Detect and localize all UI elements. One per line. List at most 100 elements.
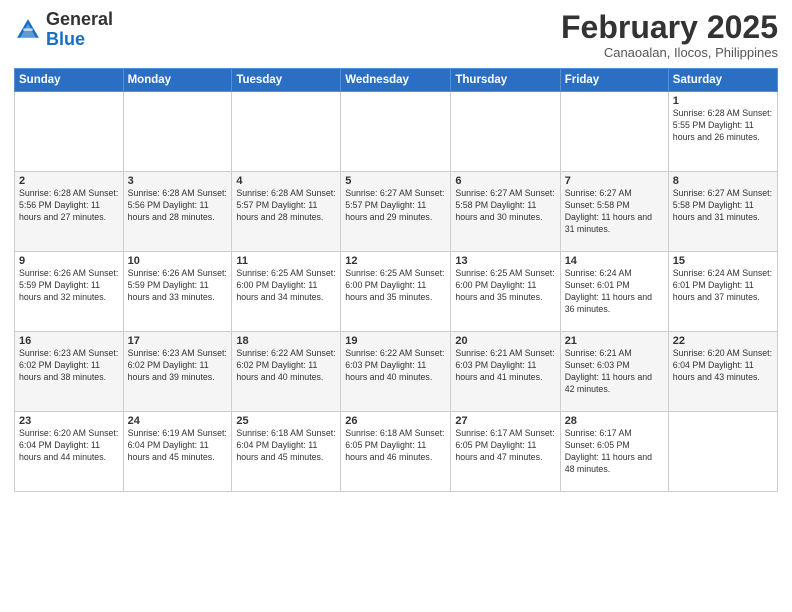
day-info: Sunrise: 6:26 AM Sunset: 5:59 PM Dayligh… bbox=[19, 268, 119, 304]
calendar-cell: 25Sunrise: 6:18 AM Sunset: 6:04 PM Dayli… bbox=[232, 412, 341, 492]
day-number: 19 bbox=[345, 335, 446, 347]
location: Canaoalan, Ilocos, Philippines bbox=[561, 45, 778, 60]
day-info: Sunrise: 6:19 AM Sunset: 6:04 PM Dayligh… bbox=[128, 428, 228, 464]
day-info: Sunrise: 6:28 AM Sunset: 5:55 PM Dayligh… bbox=[673, 108, 773, 144]
logo-icon bbox=[14, 16, 42, 44]
day-info: Sunrise: 6:22 AM Sunset: 6:03 PM Dayligh… bbox=[345, 348, 446, 384]
day-number: 28 bbox=[565, 415, 664, 427]
day-info: Sunrise: 6:22 AM Sunset: 6:02 PM Dayligh… bbox=[236, 348, 336, 384]
day-info: Sunrise: 6:20 AM Sunset: 6:04 PM Dayligh… bbox=[673, 348, 773, 384]
weekday-header: Friday bbox=[560, 69, 668, 92]
calendar-cell: 14Sunrise: 6:24 AM Sunset: 6:01 PM Dayli… bbox=[560, 252, 668, 332]
calendar-cell: 10Sunrise: 6:26 AM Sunset: 5:59 PM Dayli… bbox=[123, 252, 232, 332]
day-info: Sunrise: 6:27 AM Sunset: 5:58 PM Dayligh… bbox=[673, 188, 773, 224]
calendar-cell: 24Sunrise: 6:19 AM Sunset: 6:04 PM Dayli… bbox=[123, 412, 232, 492]
day-info: Sunrise: 6:27 AM Sunset: 5:58 PM Dayligh… bbox=[455, 188, 555, 224]
day-info: Sunrise: 6:17 AM Sunset: 6:05 PM Dayligh… bbox=[455, 428, 555, 464]
calendar-cell: 21Sunrise: 6:21 AM Sunset: 6:03 PM Dayli… bbox=[560, 332, 668, 412]
weekday-header: Sunday bbox=[15, 69, 124, 92]
day-number: 8 bbox=[673, 175, 773, 187]
calendar-cell bbox=[341, 92, 451, 172]
calendar-cell: 8Sunrise: 6:27 AM Sunset: 5:58 PM Daylig… bbox=[668, 172, 777, 252]
calendar-cell: 5Sunrise: 6:27 AM Sunset: 5:57 PM Daylig… bbox=[341, 172, 451, 252]
calendar-cell bbox=[560, 92, 668, 172]
calendar-page: General Blue February 2025 Canaoalan, Il… bbox=[0, 0, 792, 612]
day-number: 25 bbox=[236, 415, 336, 427]
logo-general: General bbox=[46, 9, 113, 29]
day-number: 13 bbox=[455, 255, 555, 267]
weekday-header-row: SundayMondayTuesdayWednesdayThursdayFrid… bbox=[15, 69, 778, 92]
day-number: 9 bbox=[19, 255, 119, 267]
day-info: Sunrise: 6:17 AM Sunset: 6:05 PM Dayligh… bbox=[565, 428, 664, 476]
calendar-cell: 18Sunrise: 6:22 AM Sunset: 6:02 PM Dayli… bbox=[232, 332, 341, 412]
day-info: Sunrise: 6:28 AM Sunset: 5:56 PM Dayligh… bbox=[128, 188, 228, 224]
calendar-cell: 1Sunrise: 6:28 AM Sunset: 5:55 PM Daylig… bbox=[668, 92, 777, 172]
day-number: 16 bbox=[19, 335, 119, 347]
calendar-week-row: 2Sunrise: 6:28 AM Sunset: 5:56 PM Daylig… bbox=[15, 172, 778, 252]
calendar-cell bbox=[451, 92, 560, 172]
calendar-week-row: 16Sunrise: 6:23 AM Sunset: 6:02 PM Dayli… bbox=[15, 332, 778, 412]
day-number: 12 bbox=[345, 255, 446, 267]
weekday-header: Tuesday bbox=[232, 69, 341, 92]
day-info: Sunrise: 6:26 AM Sunset: 5:59 PM Dayligh… bbox=[128, 268, 228, 304]
day-info: Sunrise: 6:18 AM Sunset: 6:05 PM Dayligh… bbox=[345, 428, 446, 464]
title-block: February 2025 Canaoalan, Ilocos, Philipp… bbox=[561, 10, 778, 60]
logo: General Blue bbox=[14, 10, 113, 50]
day-number: 4 bbox=[236, 175, 336, 187]
day-number: 23 bbox=[19, 415, 119, 427]
calendar-cell: 2Sunrise: 6:28 AM Sunset: 5:56 PM Daylig… bbox=[15, 172, 124, 252]
calendar-week-row: 9Sunrise: 6:26 AM Sunset: 5:59 PM Daylig… bbox=[15, 252, 778, 332]
header: General Blue February 2025 Canaoalan, Il… bbox=[14, 10, 778, 60]
day-number: 14 bbox=[565, 255, 664, 267]
day-info: Sunrise: 6:18 AM Sunset: 6:04 PM Dayligh… bbox=[236, 428, 336, 464]
day-number: 2 bbox=[19, 175, 119, 187]
calendar-cell: 7Sunrise: 6:27 AM Sunset: 5:58 PM Daylig… bbox=[560, 172, 668, 252]
day-number: 15 bbox=[673, 255, 773, 267]
calendar-week-row: 1Sunrise: 6:28 AM Sunset: 5:55 PM Daylig… bbox=[15, 92, 778, 172]
weekday-header: Monday bbox=[123, 69, 232, 92]
day-info: Sunrise: 6:21 AM Sunset: 6:03 PM Dayligh… bbox=[565, 348, 664, 396]
calendar-cell: 22Sunrise: 6:20 AM Sunset: 6:04 PM Dayli… bbox=[668, 332, 777, 412]
day-number: 10 bbox=[128, 255, 228, 267]
logo-text: General Blue bbox=[46, 10, 113, 50]
day-info: Sunrise: 6:23 AM Sunset: 6:02 PM Dayligh… bbox=[19, 348, 119, 384]
logo-blue: Blue bbox=[46, 29, 85, 49]
calendar-cell bbox=[668, 412, 777, 492]
day-number: 6 bbox=[455, 175, 555, 187]
calendar-cell: 13Sunrise: 6:25 AM Sunset: 6:00 PM Dayli… bbox=[451, 252, 560, 332]
calendar-cell: 17Sunrise: 6:23 AM Sunset: 6:02 PM Dayli… bbox=[123, 332, 232, 412]
day-info: Sunrise: 6:24 AM Sunset: 6:01 PM Dayligh… bbox=[673, 268, 773, 304]
calendar-cell: 3Sunrise: 6:28 AM Sunset: 5:56 PM Daylig… bbox=[123, 172, 232, 252]
calendar-cell bbox=[15, 92, 124, 172]
month-year: February 2025 bbox=[561, 10, 778, 45]
calendar-cell: 6Sunrise: 6:27 AM Sunset: 5:58 PM Daylig… bbox=[451, 172, 560, 252]
day-info: Sunrise: 6:25 AM Sunset: 6:00 PM Dayligh… bbox=[455, 268, 555, 304]
calendar-cell bbox=[123, 92, 232, 172]
day-number: 1 bbox=[673, 95, 773, 107]
day-info: Sunrise: 6:25 AM Sunset: 6:00 PM Dayligh… bbox=[236, 268, 336, 304]
calendar-cell: 15Sunrise: 6:24 AM Sunset: 6:01 PM Dayli… bbox=[668, 252, 777, 332]
calendar-week-row: 23Sunrise: 6:20 AM Sunset: 6:04 PM Dayli… bbox=[15, 412, 778, 492]
calendar-cell: 9Sunrise: 6:26 AM Sunset: 5:59 PM Daylig… bbox=[15, 252, 124, 332]
day-number: 7 bbox=[565, 175, 664, 187]
calendar-table: SundayMondayTuesdayWednesdayThursdayFrid… bbox=[14, 68, 778, 492]
calendar-cell: 4Sunrise: 6:28 AM Sunset: 5:57 PM Daylig… bbox=[232, 172, 341, 252]
day-number: 27 bbox=[455, 415, 555, 427]
day-info: Sunrise: 6:23 AM Sunset: 6:02 PM Dayligh… bbox=[128, 348, 228, 384]
day-number: 21 bbox=[565, 335, 664, 347]
day-number: 24 bbox=[128, 415, 228, 427]
weekday-header: Wednesday bbox=[341, 69, 451, 92]
day-number: 18 bbox=[236, 335, 336, 347]
calendar-cell: 19Sunrise: 6:22 AM Sunset: 6:03 PM Dayli… bbox=[341, 332, 451, 412]
day-info: Sunrise: 6:27 AM Sunset: 5:57 PM Dayligh… bbox=[345, 188, 446, 224]
day-info: Sunrise: 6:24 AM Sunset: 6:01 PM Dayligh… bbox=[565, 268, 664, 316]
day-number: 22 bbox=[673, 335, 773, 347]
day-info: Sunrise: 6:28 AM Sunset: 5:56 PM Dayligh… bbox=[19, 188, 119, 224]
day-number: 3 bbox=[128, 175, 228, 187]
weekday-header: Thursday bbox=[451, 69, 560, 92]
day-info: Sunrise: 6:21 AM Sunset: 6:03 PM Dayligh… bbox=[455, 348, 555, 384]
calendar-cell: 16Sunrise: 6:23 AM Sunset: 6:02 PM Dayli… bbox=[15, 332, 124, 412]
weekday-header: Saturday bbox=[668, 69, 777, 92]
day-number: 11 bbox=[236, 255, 336, 267]
day-number: 5 bbox=[345, 175, 446, 187]
